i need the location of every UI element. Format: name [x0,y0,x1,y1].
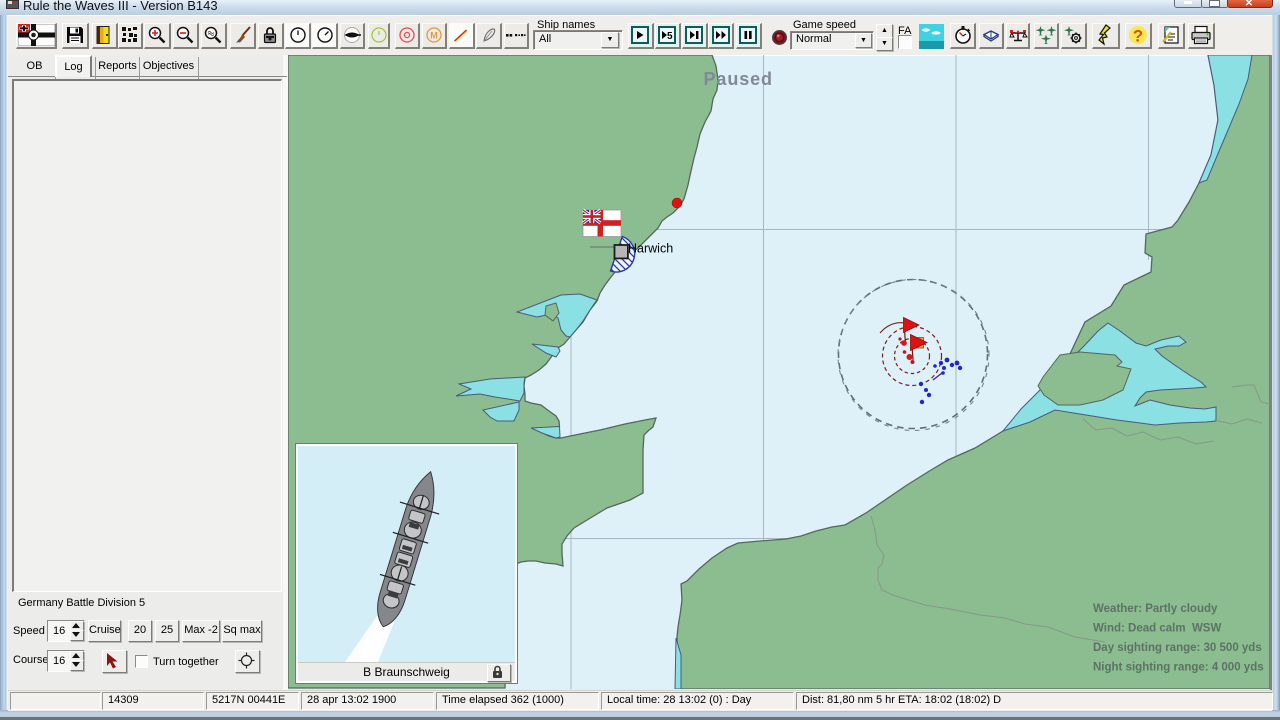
svg-text:M: M [430,31,438,41]
svg-text:Day sighting range: 30 500 yds: Day sighting range: 30 500 yds [1093,642,1262,654]
svg-text:5: 5 [667,31,673,42]
svg-text:Paused: Paused [704,69,773,89]
svg-text:?: ? [1133,27,1143,46]
svg-text:Wind: Dead calm WSW: Wind: Dead calm WSW [1093,623,1221,635]
svg-text:Night sighting range: 4 000 yd: Night sighting range: 4 000 yds [1093,662,1264,674]
svg-text:Weather: Partly cloudy: Weather: Partly cloudy [1093,603,1218,615]
svg-text:Harwich: Harwich [628,242,673,256]
